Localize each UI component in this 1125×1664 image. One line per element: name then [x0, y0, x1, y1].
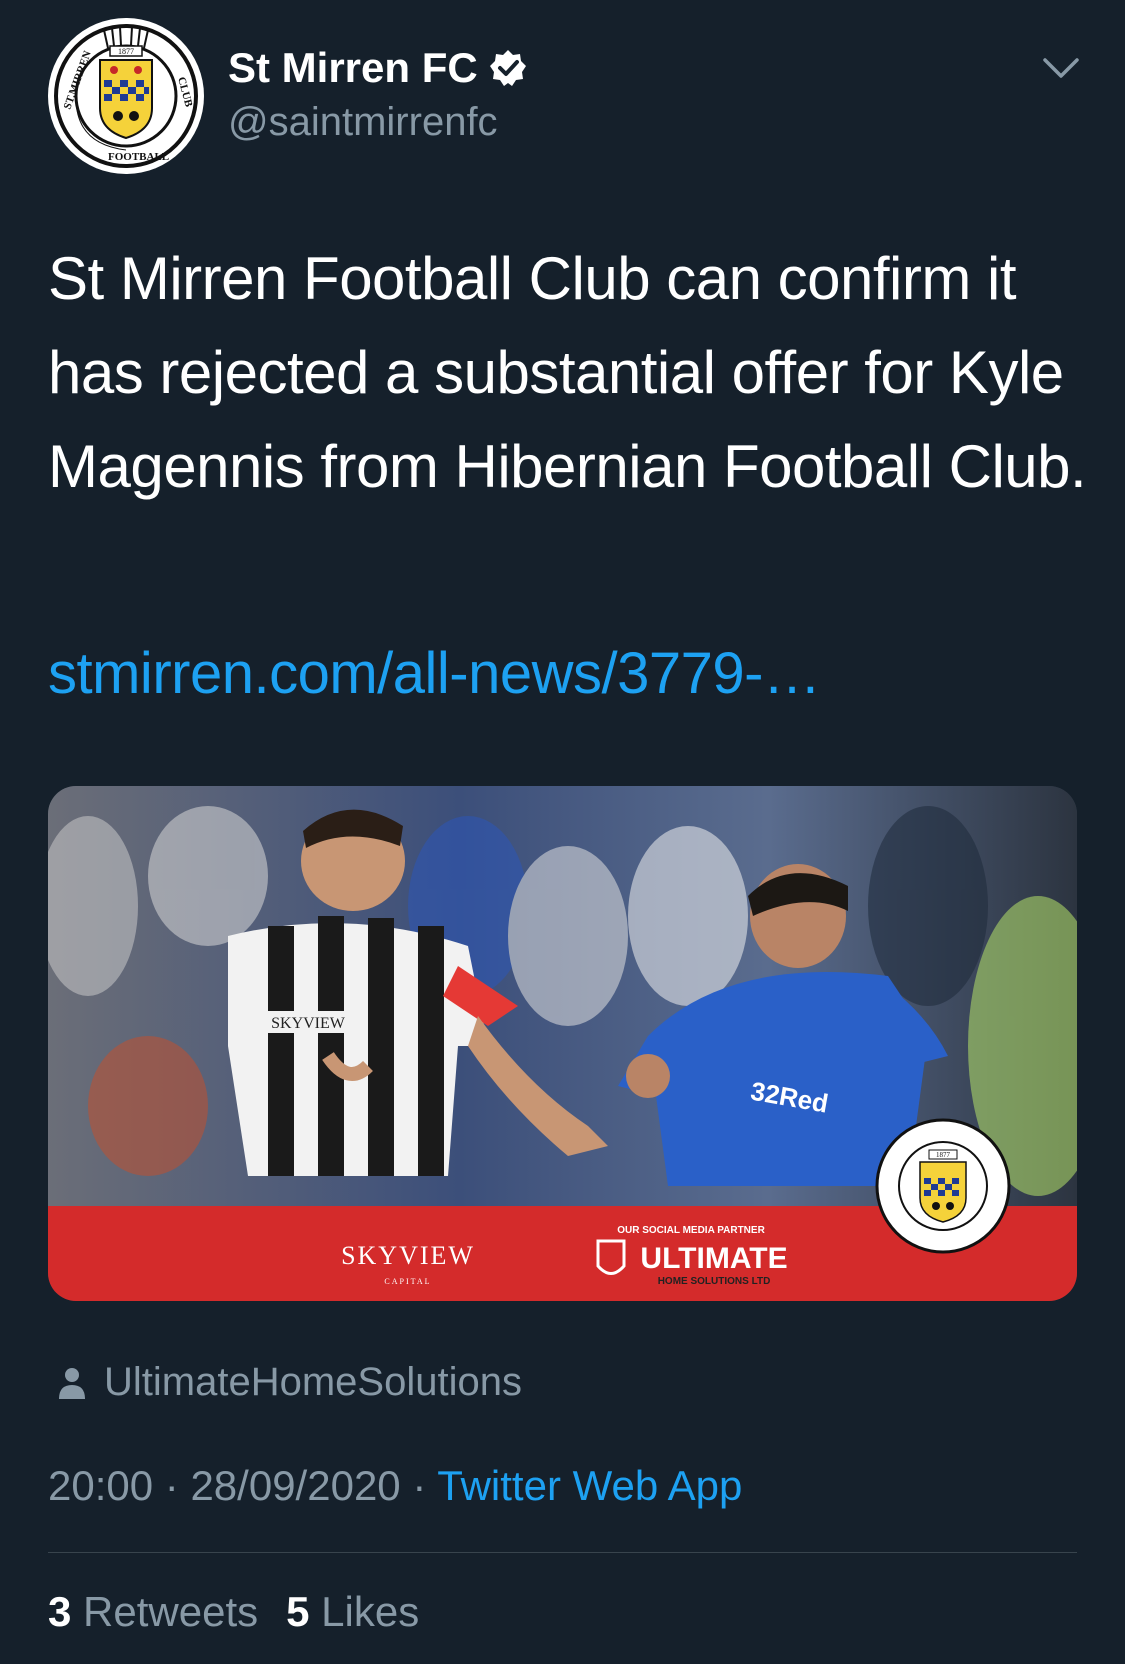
tweet-date: 28/09/2020 [190, 1462, 401, 1509]
tweet-time: 20:00 [48, 1462, 154, 1509]
likes-label: Likes [321, 1588, 420, 1635]
tweet-stats: 3 Retweets 5 Likes [48, 1588, 419, 1636]
verified-badge-icon [488, 48, 528, 88]
divider [48, 1552, 1077, 1553]
tweet-text: St Mirren Football Club can confirm it h… [48, 245, 1087, 500]
avatar-year: 1877 [118, 47, 134, 56]
chevron-down-icon[interactable] [1041, 54, 1081, 82]
tweet-media[interactable]: SKYVIEW 32Red SKYVIEW CAPITAL OUR SOCIAL… [48, 786, 1077, 1301]
banner-left-sub: CAPITAL [384, 1277, 431, 1286]
meta-separator: · [412, 1462, 427, 1509]
tweet-link[interactable]: stmirren.com/all-news/3779-… [48, 640, 821, 707]
meta-separator: · [164, 1462, 179, 1509]
tweet: 1877 ST.MIRREN FOOTBALL CLUB St Mirren F… [0, 0, 1125, 1664]
handle[interactable]: @saintmirrenfc [228, 100, 498, 145]
banner-partner-caption: OUR SOCIAL MEDIA PARTNER [617, 1225, 765, 1236]
svg-text:FOOTBALL: FOOTBALL [108, 151, 169, 163]
display-name-row[interactable]: St Mirren FC [228, 44, 528, 92]
st-mirren-crest-icon: 1877 ST.MIRREN FOOTBALL CLUB [50, 20, 202, 172]
tagged-user-name[interactable]: UltimateHomeSolutions [104, 1360, 522, 1405]
avatar[interactable]: 1877 ST.MIRREN FOOTBALL CLUB [48, 18, 204, 174]
shirt-sponsor-left: SKYVIEW [271, 1015, 346, 1032]
likes-stat[interactable]: 5 Likes [286, 1588, 419, 1636]
tweet-source[interactable]: Twitter Web App [437, 1462, 742, 1509]
likes-count: 5 [286, 1588, 310, 1635]
person-icon [56, 1365, 88, 1401]
retweets-label: Retweets [83, 1588, 259, 1635]
banner-partner-sub: HOME SOLUTIONS LTD [658, 1276, 771, 1287]
tagged-user[interactable]: UltimateHomeSolutions [56, 1360, 522, 1405]
display-name[interactable]: St Mirren FC [228, 44, 478, 92]
st-mirren-crest-icon: 1877 [875, 1118, 1011, 1254]
retweets-stat[interactable]: 3 Retweets [48, 1588, 258, 1636]
tweet-meta: 20:00 · 28/09/2020 · Twitter Web App [48, 1462, 742, 1510]
match-photo: SKYVIEW 32Red SKYVIEW CAPITAL OUR SOCIAL… [48, 786, 1077, 1301]
banner-crest-year: 1877 [936, 1151, 951, 1159]
retweets-count: 3 [48, 1588, 72, 1635]
banner-partner-name: ULTIMATE [640, 1242, 787, 1275]
banner-left-brand: SKYVIEW [341, 1241, 475, 1270]
